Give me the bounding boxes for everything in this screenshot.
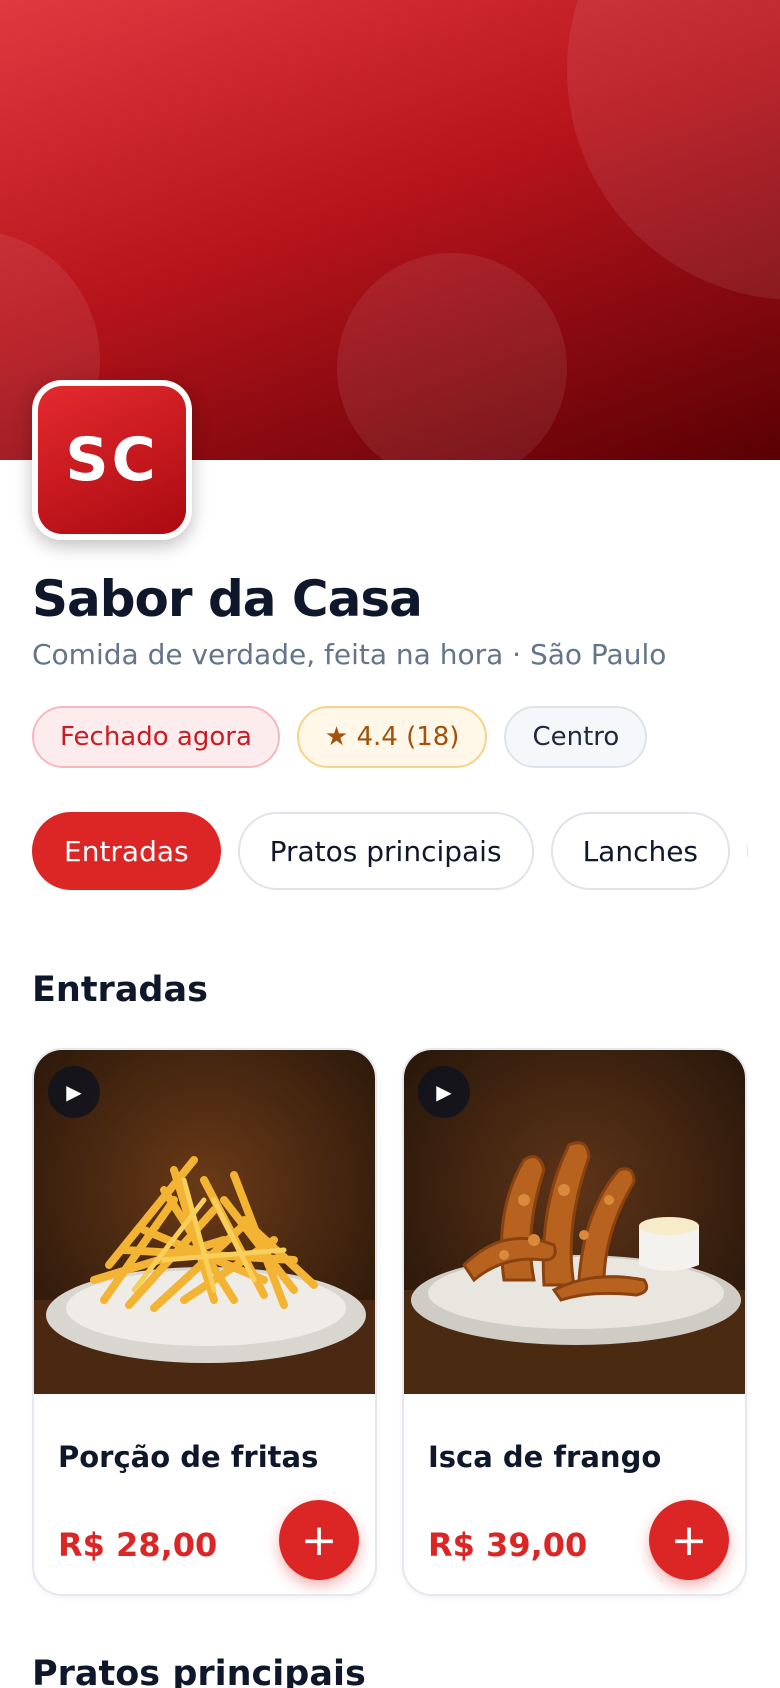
tab-pratos-principais[interactable]: Pratos principais <box>237 812 534 890</box>
logo-initials: SC <box>38 386 186 534</box>
info-badges: Fechado agora ★ 4.4 (18) Centro <box>32 706 648 768</box>
item-name: Isca de frango <box>428 1440 662 1474</box>
section-title-pratos-principais: Pratos principais <box>32 1654 366 1688</box>
menu-item-card[interactable]: ▶ Isca de frango R$ 39,00 + <box>402 1048 747 1596</box>
section-title-entradas: Entradas <box>32 970 208 1010</box>
item-price: R$ 28,00 <box>58 1526 218 1564</box>
tab-more[interactable] <box>747 812 748 890</box>
menu-item-card[interactable]: ▶ Porção de fritas R$ 28,00 + <box>32 1048 377 1596</box>
hero-decoration <box>567 0 780 300</box>
tab-entradas[interactable]: Entradas <box>32 812 221 890</box>
category-tabs: Entradas Pratos principais Lanches <box>32 812 748 892</box>
restaurant-logo: SC <box>32 380 192 540</box>
chicken-strips-photo: ▶ <box>404 1050 745 1394</box>
play-video-icon[interactable]: ▶ <box>418 1066 470 1118</box>
hero-decoration <box>337 253 567 460</box>
add-to-cart-button[interactable]: + <box>649 1500 729 1580</box>
fries-plate-photo: ▶ <box>34 1050 375 1394</box>
rating-badge: ★ 4.4 (18) <box>296 706 488 768</box>
item-price: R$ 39,00 <box>428 1526 588 1564</box>
item-name: Porção de fritas <box>58 1440 319 1474</box>
play-video-icon[interactable]: ▶ <box>48 1066 100 1118</box>
status-badge: Fechado agora <box>32 706 280 768</box>
restaurant-name: Sabor da Casa <box>32 570 423 628</box>
restaurant-tagline: Comida de verdade, feita na hora · São P… <box>32 638 667 671</box>
tab-lanches[interactable]: Lanches <box>550 812 731 890</box>
neighborhood-badge: Centro <box>504 706 648 768</box>
add-to-cart-button[interactable]: + <box>279 1500 359 1580</box>
